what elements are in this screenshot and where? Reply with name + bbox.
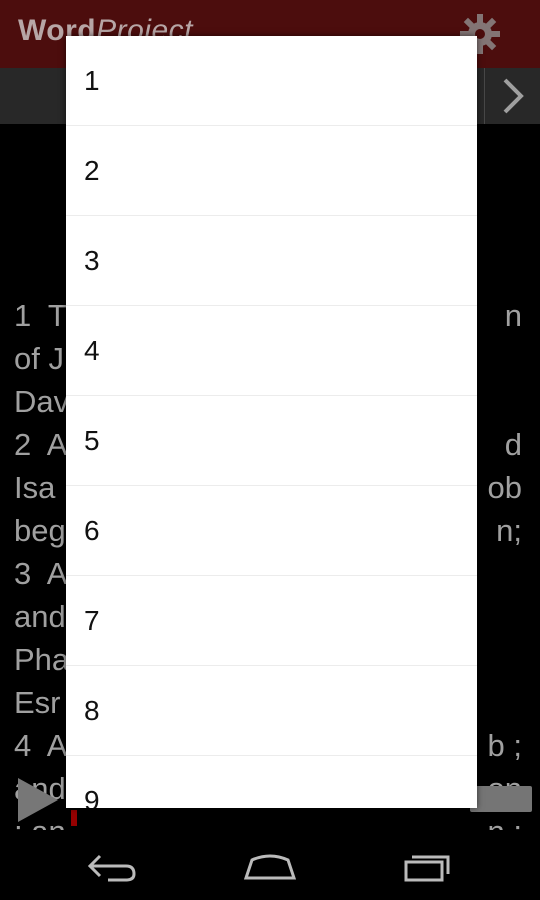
recents-icon[interactable] — [402, 850, 456, 884]
chapter-option[interactable]: 3 — [66, 216, 477, 306]
chapter-option[interactable]: 5 — [66, 396, 477, 486]
chapter-dropdown: 123456789 — [66, 36, 477, 808]
home-icon[interactable] — [242, 850, 298, 884]
back-icon[interactable] — [86, 850, 140, 884]
chapter-list: 123456789 — [66, 36, 477, 808]
chapter-option[interactable]: 9 — [66, 756, 477, 809]
chapter-option[interactable]: 7 — [66, 576, 477, 666]
system-nav-bar — [0, 830, 540, 900]
chapter-option[interactable]: 1 — [66, 36, 477, 126]
chapter-option[interactable]: 8 — [66, 666, 477, 756]
chapter-option[interactable]: 6 — [66, 486, 477, 576]
chapter-option[interactable]: 2 — [66, 126, 477, 216]
chapter-option[interactable]: 4 — [66, 306, 477, 396]
